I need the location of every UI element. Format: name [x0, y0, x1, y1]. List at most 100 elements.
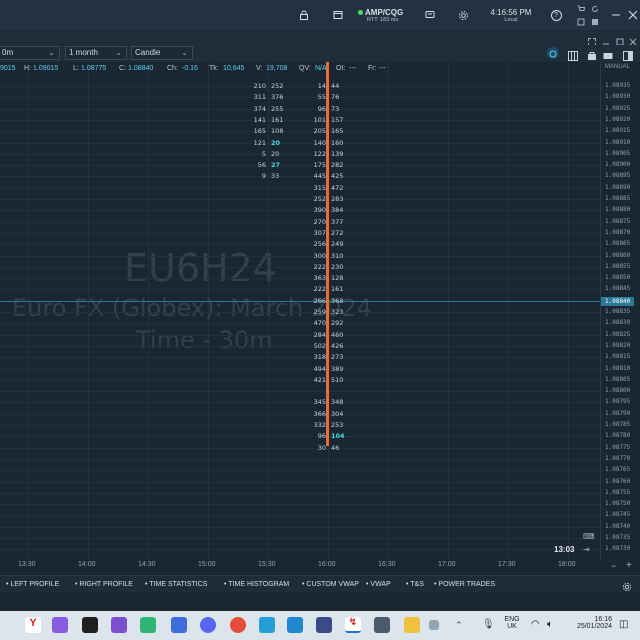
price-label: 1.08775 [605, 443, 631, 451]
volume-icon[interactable]: 🔈︎ [547, 619, 553, 630]
studies-tab[interactable]: • POWER TRADES [434, 579, 495, 590]
rtt-label: RTT: 183 ms [367, 16, 399, 23]
minimize-icon[interactable] [608, 0, 624, 30]
screen-capture-icon[interactable] [374, 617, 390, 633]
chart-area[interactable]: EU6H24 Euro FX (Globex): March 2024 Time… [0, 62, 600, 560]
range-dropdown[interactable]: 1 month ⌄ [65, 46, 127, 60]
terminal-icon[interactable] [82, 617, 98, 633]
bid-volume: 101 [313, 115, 326, 124]
keyboard-icon[interactable]: ⌨ [583, 532, 595, 541]
settings-gear-icon[interactable] [455, 0, 471, 30]
studies-tab-label: TIME HISTOGRAM [228, 581, 290, 588]
ask-volume: 282 [331, 161, 344, 170]
ask-volume: 368 [331, 296, 344, 305]
message-icon[interactable] [422, 0, 438, 30]
crosshair-tool-icon[interactable] [547, 47, 559, 59]
current-candle-body [326, 62, 329, 446]
language-indicator[interactable]: ENG UK [503, 616, 521, 630]
grid-line-h [0, 391, 600, 393]
wifi-icon[interactable]: ◠ [531, 619, 540, 630]
price-label: 1.08880 [605, 206, 631, 214]
zoom-in-icon[interactable]: + [626, 560, 632, 571]
connection-status[interactable]: AMP/CQG RTT: 183 ms [358, 0, 408, 30]
refresh-icon[interactable] [590, 2, 600, 16]
tray-chevron-up-icon[interactable]: ⌃ [455, 620, 463, 631]
visual-studio-icon[interactable] [52, 617, 68, 633]
price-label: 1.08895 [605, 172, 631, 180]
time-label: 14:00 [78, 561, 96, 568]
bid-volume: 5 [261, 149, 266, 158]
cart-icon[interactable] [576, 2, 586, 16]
ask-volume: 510 [331, 375, 344, 384]
bid-volume: 222 [313, 285, 326, 294]
app-settings-icon[interactable] [316, 617, 332, 633]
studies-settings-icon[interactable] [622, 579, 632, 597]
interval-value: 0m [2, 48, 14, 57]
price-label: 1.08750 [605, 500, 631, 508]
studies-tab-label: TIME STATISTICS [149, 581, 208, 588]
ask-volume: 273 [331, 353, 344, 362]
scroll-end-icon[interactable]: ⇥ [583, 545, 590, 554]
bid-volume: 390 [313, 206, 326, 215]
price-label: 1.08810 [605, 364, 631, 372]
studies-tab[interactable]: • TIME STATISTICS [145, 579, 207, 590]
oi-value: --- [349, 65, 356, 72]
layout-icon[interactable] [590, 15, 600, 29]
bid-volume: 140 [313, 138, 326, 147]
chrome-icon[interactable] [230, 617, 246, 633]
zoom-out-icon[interactable]: − [611, 561, 616, 571]
bid-volume: 222 [313, 262, 326, 271]
chart-type-dropdown[interactable]: Candle ⌄ [131, 46, 193, 60]
discord-icon[interactable] [200, 617, 216, 633]
microphone-icon[interactable]: 🎙︎ [482, 619, 495, 630]
window-icon[interactable] [330, 0, 346, 30]
lock-icon[interactable] [296, 0, 312, 30]
grid-line-h [0, 549, 600, 551]
studies-bar: • LEFT PROFILE • RIGHT PROFILE • TIME STAT… [0, 575, 640, 592]
vpn-icon[interactable] [259, 617, 275, 633]
ask-volume: 253 [331, 421, 344, 429]
interval-dropdown[interactable]: 0m ⌄ [0, 46, 60, 60]
ask-volume: 165 [331, 127, 344, 136]
bid-volume: 270 [313, 217, 326, 226]
studies-tab[interactable]: • LEFT PROFILE [6, 579, 59, 590]
help-button[interactable]: ? [549, 0, 563, 30]
trading-platform-icon[interactable]: ↯ [345, 617, 361, 633]
studies-tab[interactable]: • VWAP [366, 579, 391, 590]
price-axis[interactable]: MANUAL 1.08935 1.08930 1.08925 1.08920 1.089… [600, 62, 640, 560]
bid-volume: 494 [313, 364, 326, 373]
bid-volume: 374 [253, 104, 266, 113]
time-axis[interactable]: 13:30 14:00 14:30 15:00 15:30 16:00 16:30 17:00… [0, 560, 600, 572]
studies-tab[interactable]: • T&S [406, 579, 424, 590]
close-value: 1.08840 [128, 65, 154, 72]
yandex-browser-icon[interactable]: Y [25, 617, 41, 633]
system-clock[interactable]: 16:16 25/01/2024 [566, 616, 612, 630]
ask-volume: 460 [331, 330, 344, 339]
studies-tab[interactable]: • CUSTOM VWAP [302, 579, 359, 590]
photos-icon[interactable] [171, 617, 187, 633]
cart2-icon[interactable] [576, 15, 586, 29]
oi-label: OI: [336, 65, 346, 72]
bid-volume: 141 [253, 115, 266, 124]
price-label: 1.08795 [605, 398, 631, 406]
price-label: 1.08815 [605, 353, 631, 361]
notification-icon[interactable]: ◫ [619, 619, 628, 630]
grid-line-v [448, 62, 449, 560]
price-label: 1.08905 [605, 149, 631, 157]
price-label: 1.08865 [605, 240, 631, 248]
studies-tab[interactable]: • RIGHT PROFILE [75, 579, 133, 590]
visual-studio-2-icon[interactable] [111, 617, 127, 633]
explorer-icon[interactable] [404, 617, 420, 633]
qt-icon[interactable] [140, 617, 156, 633]
bid-volume: 9 [261, 172, 266, 181]
note-icon[interactable] [429, 620, 439, 630]
vscode-icon[interactable] [287, 617, 303, 633]
studies-tab[interactable]: • TIME HISTOGRAM [224, 579, 289, 590]
close-icon[interactable] [626, 0, 640, 30]
ask-volume: 389 [331, 364, 344, 373]
high-value: 1.09015 [33, 65, 59, 72]
ask-volume: 377 [331, 217, 344, 226]
price-label: 1.08730 [605, 545, 631, 553]
bar-countdown: 13:03 [554, 545, 575, 554]
grid-line-h [0, 470, 600, 472]
